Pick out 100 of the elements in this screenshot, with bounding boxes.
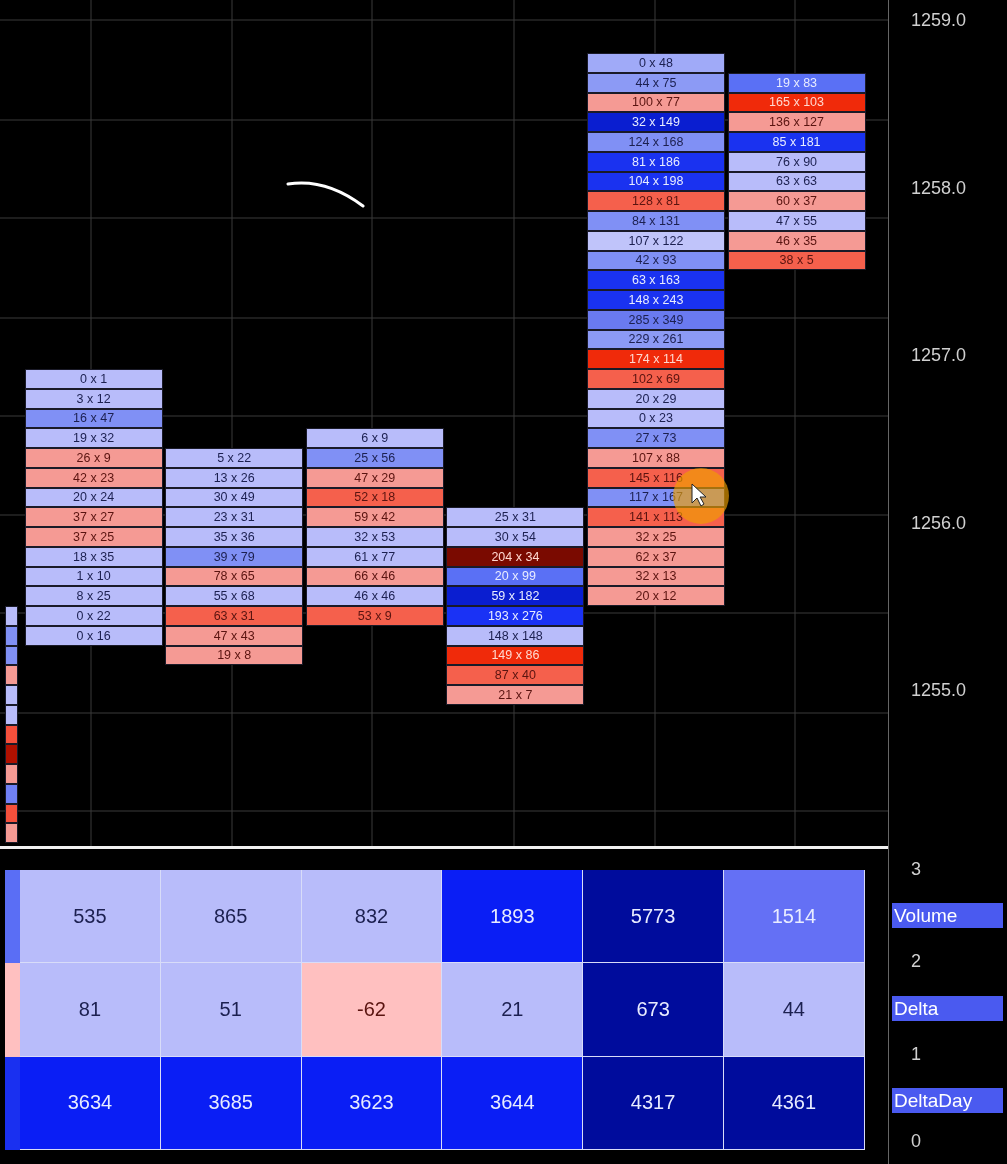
footprint-cell: 141 x 113 [586,507,725,527]
footprint-cell: 19 x 32 [24,428,163,448]
footprint-cell: 0 x 48 [586,53,725,73]
footprint-cell: 39 x 79 [165,546,304,567]
footprint-cell: 42 x 93 [586,250,725,271]
footprint-cell: 0 x 23 [586,408,725,429]
footprint-cell: 174 x 114 [586,349,725,369]
footprint-cell: 47 x 29 [305,467,444,488]
footprint-cell: 37 x 27 [24,507,163,527]
summary-cell: 3623 [301,1056,443,1150]
footprint-cell: 229 x 261 [586,329,725,350]
summary-cell: 865 [160,870,302,964]
row-label: Volume [892,903,1003,928]
footprint-cell: 25 x 56 [305,448,444,468]
footprint-cell: 44 x 75 [586,72,725,93]
footprint-cell: 66 x 46 [305,566,444,587]
footprint-cell: 3 x 12 [24,388,163,409]
footprint-cell: 107 x 122 [586,230,725,251]
footprint-cell: 149 x 86 [446,645,585,666]
summary-cell: -62 [301,963,443,1057]
footprint-cell: 5 x 22 [165,448,304,468]
footprint-cell: 59 x 182 [446,586,585,606]
summary-cell: 21 [442,963,584,1057]
footprint-cell: 46 x 35 [727,230,866,251]
footprint-cell: 124 x 168 [586,132,725,152]
footprint-cell: 32 x 149 [586,112,725,132]
summary-cell: 1893 [442,870,584,964]
summary-cell: 81 [20,963,161,1057]
footprint-cell: 148 x 243 [586,290,725,310]
footprint-cell: 76 x 90 [727,151,866,172]
footprint-cell: 104 x 198 [586,171,725,192]
footprint-cell: 32 x 25 [586,527,725,547]
price-label: 1256.0 [911,512,967,533]
scale-label: 0 [911,1130,921,1152]
price-label: 1257.0 [911,345,967,366]
footprint-cell: 32 x 53 [305,527,444,547]
footprint-cell: 87 x 40 [446,665,585,685]
footprint-cell: 37 x 25 [24,527,163,547]
mouse-pointer-icon [691,483,707,507]
summary-cell: 832 [301,870,443,964]
footprint-cell: 47 x 43 [165,625,304,646]
footprint-cell: 30 x 49 [165,487,304,508]
footprint-cell: 38 x 5 [727,250,866,271]
footprint-cell: 1 x 10 [24,566,163,587]
price-label: 1255.0 [911,680,967,701]
price-label: 1258.0 [911,177,967,198]
summary-cell: 673 [583,963,724,1057]
footprint-cell: 0 x 22 [24,606,163,626]
footprint-cell: 30 x 54 [446,527,585,547]
footprint-cell: 0 x 16 [24,625,163,646]
scale-label: 2 [911,951,921,973]
summary-cell: 3634 [20,1056,161,1150]
footprint-cell: 193 x 276 [446,606,585,626]
footprint-cell: 61 x 77 [305,546,444,567]
footprint-cell: 59 x 42 [305,507,444,527]
scale-label: 1 [911,1043,921,1065]
footprint-cell: 20 x 29 [586,388,725,409]
footprint-cell: 81 x 186 [586,151,725,172]
row-label: DeltaDay [892,1088,1003,1114]
footprint-cell: 8 x 25 [24,586,163,606]
summary-cell: 5773 [583,870,724,964]
footprint-cell: 204 x 34 [446,546,585,567]
footprint-cell: 63 x 63 [727,171,866,192]
summary-cell: 1514 [724,870,865,964]
footprint-cell: 25 x 31 [446,507,585,527]
footprint-cell: 53 x 9 [305,606,444,626]
footprint-cell: 13 x 26 [165,467,304,488]
footprint-cell: 21 x 7 [446,685,585,705]
footprint-cell: 100 x 77 [586,92,725,113]
footprint-cell: 55 x 68 [165,586,304,606]
footprint-cell: 19 x 83 [727,72,866,93]
footprint-cell: 35 x 36 [165,527,304,547]
summary-cell: 3685 [160,1056,302,1150]
footprint-cell: 23 x 31 [165,507,304,527]
footprint-cell: 136 x 127 [727,112,866,132]
footprint-cell: 6 x 9 [305,428,444,448]
price-label: 1259.0 [911,10,967,30]
footprint-cell: 63 x 31 [165,606,304,626]
footprint-cell: 46 x 46 [305,586,444,606]
footprint-cell: 52 x 18 [305,487,444,508]
summary-cell: 44 [724,963,865,1057]
summary-cell: 4361 [724,1056,865,1150]
footprint-cell: 62 x 37 [586,546,725,567]
footprint-cell: 165 x 103 [727,92,866,113]
footprint-cell: 20 x 24 [24,487,163,508]
footprint-cell: 16 x 47 [24,408,163,429]
footprint-cell: 84 x 131 [586,211,725,231]
footprint-cell: 42 x 23 [24,467,163,488]
summary-cell: 4317 [583,1056,724,1150]
footprint-cell: 107 x 88 [586,448,725,468]
footprint-cell: 20 x 99 [446,566,585,587]
footprint-cell: 27 x 73 [586,428,725,448]
scale-label: 3 [911,858,921,880]
footprint-cell: 148 x 148 [446,625,585,646]
footprint-cell: 0 x 1 [24,369,163,389]
footprint-cell: 26 x 9 [24,448,163,468]
footprint-cell: 285 x 349 [586,309,725,330]
footprint-cell: 128 x 81 [586,191,725,211]
summary-cell: 535 [20,870,161,964]
footprint-cell: 18 x 35 [24,546,163,567]
